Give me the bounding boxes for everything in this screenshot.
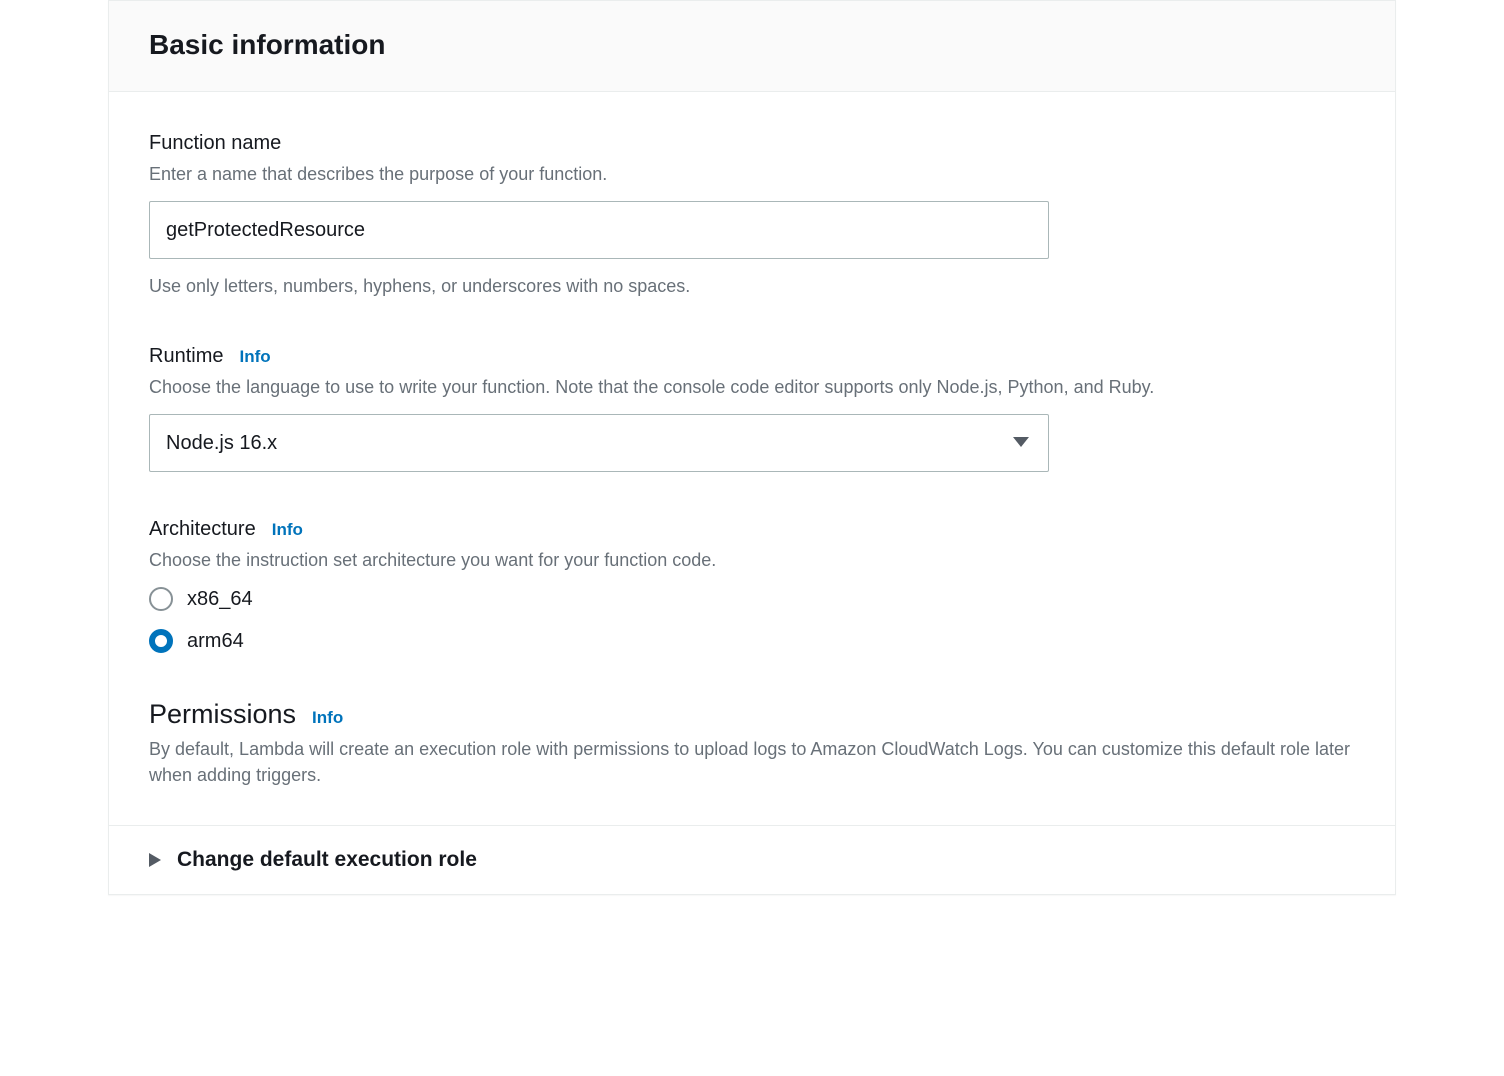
architecture-info-link[interactable]: Info — [272, 520, 303, 540]
change-execution-role-label: Change default execution role — [177, 848, 477, 872]
architecture-radio-x86-label: x86_64 — [187, 588, 253, 611]
radio-icon — [149, 587, 173, 611]
runtime-group: Runtime Info Choose the language to use … — [149, 345, 1355, 472]
radio-icon — [149, 629, 173, 653]
runtime-selected-value: Node.js 16.x — [166, 432, 277, 455]
runtime-help: Choose the language to use to write your… — [149, 374, 1355, 400]
architecture-group: Architecture Info Choose the instruction… — [149, 518, 1355, 653]
runtime-info-link[interactable]: Info — [239, 347, 270, 367]
permissions-help: By default, Lambda will create an execut… — [149, 736, 1355, 788]
architecture-label: Architecture — [149, 518, 256, 541]
permissions-group: Permissions Info By default, Lambda will… — [149, 699, 1355, 788]
permissions-heading: Permissions — [149, 699, 296, 730]
change-execution-role-toggle[interactable]: Change default execution role — [149, 848, 1355, 872]
function-name-input[interactable] — [149, 201, 1049, 259]
caret-right-icon — [149, 853, 161, 867]
function-name-help-below: Use only letters, numbers, hyphens, or u… — [149, 273, 1355, 299]
panel-header: Basic information — [109, 1, 1395, 92]
runtime-select[interactable]: Node.js 16.x — [149, 414, 1049, 472]
permissions-info-link[interactable]: Info — [312, 708, 343, 728]
function-name-help-above: Enter a name that describes the purpose … — [149, 161, 1355, 187]
architecture-help: Choose the instruction set architecture … — [149, 547, 1355, 573]
basic-information-panel: Basic information Function name Enter a … — [108, 0, 1396, 895]
panel-title: Basic information — [149, 29, 1355, 61]
runtime-label: Runtime — [149, 345, 223, 368]
architecture-radio-arm64-label: arm64 — [187, 630, 244, 653]
function-name-group: Function name Enter a name that describe… — [149, 132, 1355, 299]
architecture-radio-arm64[interactable]: arm64 — [149, 629, 1355, 653]
function-name-label: Function name — [149, 132, 281, 155]
architecture-radio-x86[interactable]: x86_64 — [149, 587, 1355, 611]
